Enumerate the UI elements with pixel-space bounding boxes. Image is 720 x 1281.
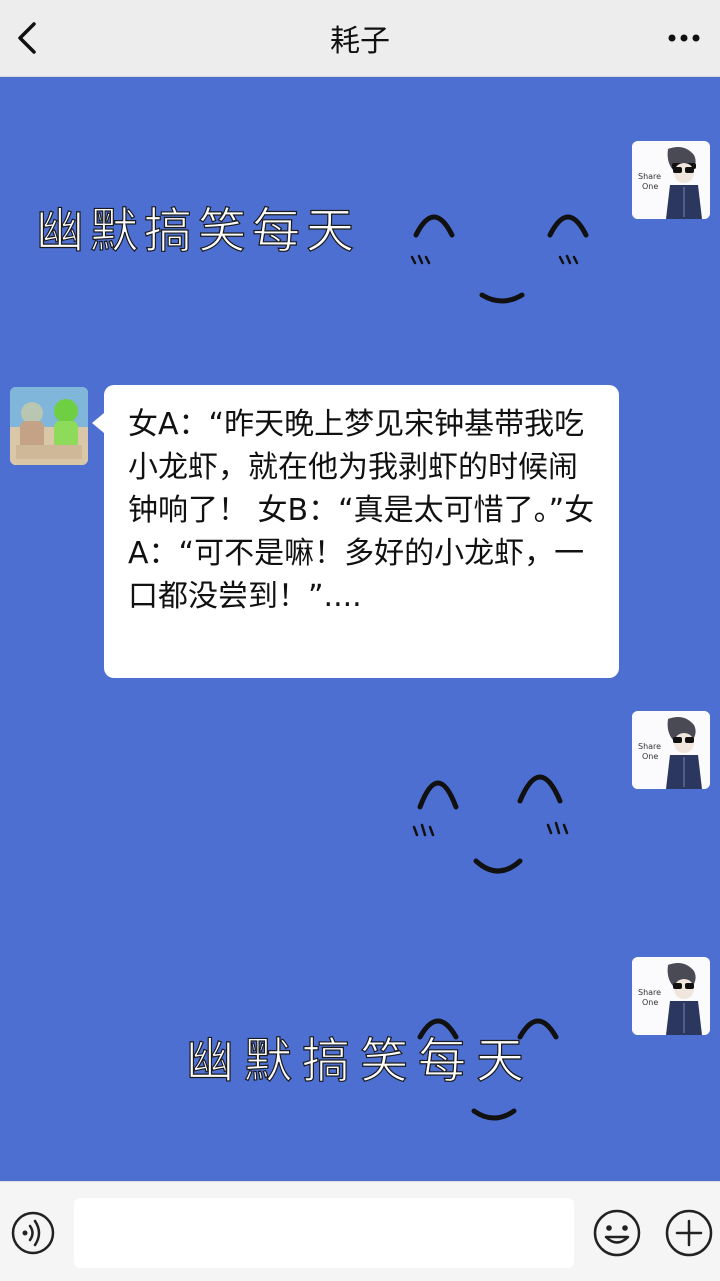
message-text: 女A：“昨天晚上梦见宋钟基带我吃小龙虾，就在他为我剥虾的时候闹钟响了！ 女B：“… [128,407,595,614]
sticker-message[interactable] [400,757,600,887]
sticker-message[interactable]: 幽默搞笑每天 [180,997,700,1137]
avatar-caption: One [642,182,658,191]
avatar-caption: Share [638,172,661,181]
chat-title: 耗子 [330,24,390,59]
avatar-caption: Share [638,742,661,751]
sticker-message[interactable]: 幽默搞笑每天 [30,177,600,317]
text-message-bubble[interactable]: 女A：“昨天晚上梦见宋钟基带我吃小龙虾，就在他为我剥虾的时候闹钟响了！ 女B：“… [92,385,619,678]
sticker-text: 幽默搞笑每天 [186,1033,534,1089]
contact-avatar[interactable] [10,387,88,465]
sticker-text: 幽默搞笑每天 [36,203,360,259]
chat-area[interactable]: Share One 幽默搞笑每天 女A：“昨天晚上梦见宋钟基带我吃小龙虾，就在他… [0,77,720,1181]
voice-icon[interactable] [10,1210,56,1256]
sticker-image: 幽默搞笑每天 [185,1018,559,1121]
input-bar [0,1181,720,1281]
avatar-caption: Share [638,988,661,997]
self-avatar[interactable]: Share One [632,711,710,789]
chevron-left-icon[interactable] [10,14,50,62]
avatar-caption: One [642,752,658,761]
plus-icon[interactable] [664,1208,714,1258]
self-avatar[interactable]: Share One [632,141,710,219]
ellipsis-icon[interactable] [660,14,708,62]
sticker-image: 幽默搞笑每天 [35,202,589,304]
smile-face-sticker [412,774,569,874]
top-bar: 耗子 [0,0,720,77]
message-input[interactable] [74,1198,574,1268]
emoji-icon[interactable] [592,1208,642,1258]
